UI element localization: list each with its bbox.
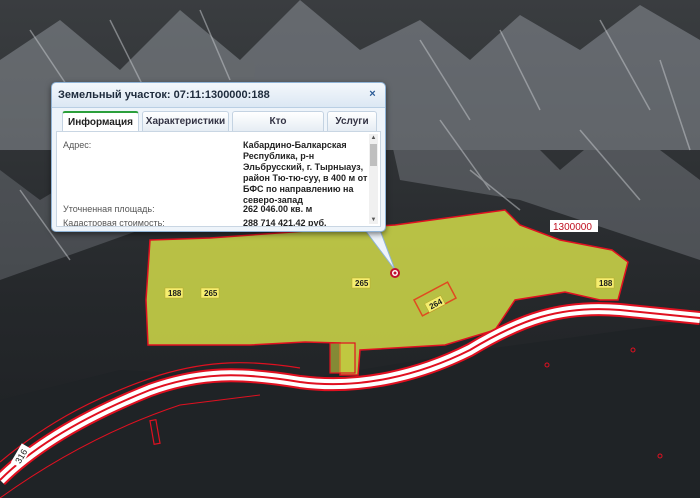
tab-services[interactable]: Услуги — [327, 111, 377, 131]
scroll-down-icon[interactable]: ▼ — [369, 216, 378, 224]
close-icon[interactable]: × — [366, 88, 379, 101]
address-line: район Тю-тю-суу, в 400 м от — [243, 173, 368, 183]
parcel-label-265: 265 — [204, 289, 218, 298]
address-line: Эльбрусский, г. Тырныауз, — [243, 162, 364, 172]
parcel-label-188: 188 — [599, 279, 613, 288]
scroll-thumb[interactable] — [370, 144, 377, 166]
address-label: Адрес: — [63, 140, 92, 150]
parcel-info-popup: Земельный участок: 07:11:1300000:188 × И… — [51, 82, 386, 232]
district-label: 1300000 — [553, 222, 592, 233]
popup-title: Земельный участок: 07:11:1300000:188 — [52, 83, 385, 108]
sub-parcel-265[interactable] — [329, 342, 356, 374]
address-value: Кабардино-Балкарская Республика, р-н Эль… — [243, 140, 368, 206]
address-line: БФС по направлению на — [243, 184, 354, 194]
satellite-map[interactable]: 188 265 265 264 188 1300000 316 — [0, 0, 700, 498]
tab-characteristics[interactable]: Характеристики — [142, 111, 229, 131]
cost-value: 288 714 421.42 руб. — [243, 218, 327, 227]
scrollbar[interactable]: ▲ ▼ — [369, 134, 378, 224]
info-panel: Адрес: Кабардино-Балкарская Республика, … — [56, 131, 381, 227]
tab-who-serves[interactable]: Кто обслуживает? — [232, 111, 324, 147]
area-label: Уточненная площадь: — [63, 204, 155, 214]
cost-label: Кадастровая стоимость: — [63, 218, 165, 227]
area-value: 262 046.00 кв. м — [243, 204, 313, 214]
tab-information[interactable]: Информация — [62, 111, 139, 131]
scroll-up-icon[interactable]: ▲ — [369, 134, 378, 142]
parcel-label-265: 265 — [355, 279, 369, 288]
parcel-label-188: 188 — [168, 289, 182, 298]
address-line: Республика, р-н — [243, 151, 315, 161]
address-line: Кабардино-Балкарская — [243, 140, 347, 150]
